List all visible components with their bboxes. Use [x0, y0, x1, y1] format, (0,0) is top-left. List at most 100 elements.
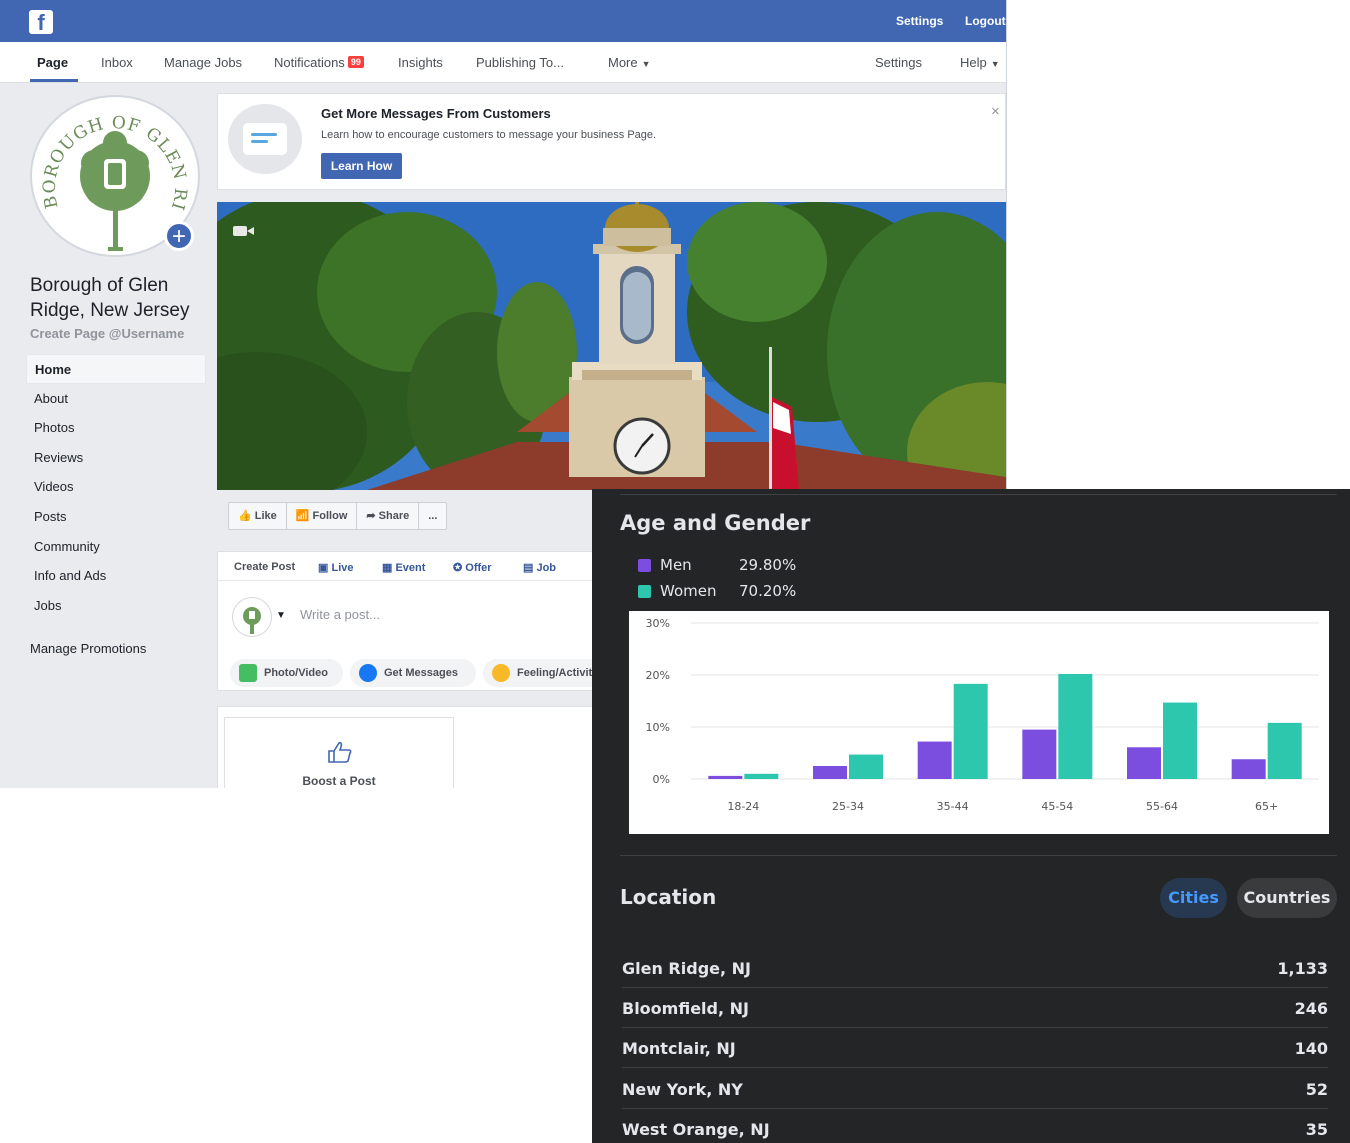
- facebook-logo-icon[interactable]: f: [29, 10, 53, 35]
- like-button[interactable]: 👍 Like: [229, 503, 287, 529]
- women-color-swatch: [638, 584, 651, 598]
- job-label: Job: [536, 562, 557, 574]
- caret-down-icon: ▼: [641, 59, 651, 69]
- get-messages-button[interactable]: Get Messages: [350, 659, 476, 687]
- panel-top-divider: [620, 494, 1337, 495]
- age-gender-chart-container: 30% 20% 10% 0% 18-24 25-34 35-44 45-54 55-64 65+: [629, 611, 1329, 834]
- x-tick-label: 35-44: [937, 800, 969, 813]
- job-tab[interactable]: ▤ Job: [523, 561, 556, 574]
- tab-insights[interactable]: Insights: [398, 55, 443, 70]
- location-row: Montclair, NJ 140: [622, 1028, 1328, 1068]
- bar-men-65+[interactable]: [1231, 759, 1266, 779]
- bar-women-18-24[interactable]: [744, 773, 779, 779]
- x-tick-label: 55-64: [1146, 800, 1178, 813]
- tab-page[interactable]: Page: [37, 55, 68, 70]
- create-post-tab[interactable]: Create Post: [234, 561, 295, 573]
- tab-more[interactable]: More ▼: [608, 55, 651, 70]
- tab-inbox[interactable]: Inbox: [101, 55, 133, 70]
- location-row: Bloomfield, NJ 246: [622, 988, 1328, 1028]
- page-name-title: Borough of Glen Ridge, New Jersey: [30, 275, 190, 321]
- manage-promotions-link[interactable]: Manage Promotions: [30, 641, 146, 656]
- live-tab[interactable]: ▣ Live: [318, 561, 353, 574]
- create-username-link[interactable]: Create Page @Username: [30, 326, 184, 341]
- sidebar-item-home[interactable]: Home: [26, 354, 206, 384]
- event-label: Event: [395, 562, 426, 574]
- section-divider: [620, 855, 1337, 856]
- countries-tab[interactable]: Countries: [1237, 878, 1337, 918]
- boost-post-card[interactable]: Boost a Post: [224, 717, 454, 788]
- offer-tab[interactable]: ✪ Offer: [453, 561, 492, 574]
- location-title: Location: [620, 885, 717, 909]
- caret-down-icon: ▼: [990, 59, 1000, 69]
- location-row: Glen Ridge, NJ 1,133: [622, 948, 1328, 988]
- feeling-activity-label: Feeling/Activit: [517, 667, 593, 679]
- sidebar-item-reviews[interactable]: Reviews: [26, 443, 206, 473]
- age-gender-title: Age and Gender: [620, 511, 811, 535]
- bar-women-65+[interactable]: [1267, 722, 1302, 779]
- photo-video-label: Photo/Video: [264, 667, 328, 679]
- location-row: New York, NY 52: [622, 1069, 1328, 1109]
- caret-down-icon[interactable]: ▼: [276, 610, 286, 621]
- like-label: Like: [254, 510, 277, 522]
- sidebar-item-posts[interactable]: Posts: [26, 502, 206, 532]
- bar-women-25-34[interactable]: [849, 754, 883, 779]
- message-line: [251, 133, 277, 136]
- bar-women-45-54[interactable]: [1058, 673, 1093, 779]
- top-settings-link[interactable]: Settings: [896, 14, 943, 28]
- sidebar-item-videos[interactable]: Videos: [26, 472, 206, 502]
- follow-button[interactable]: 📶 Follow: [287, 503, 358, 529]
- rss-icon: 📶: [295, 510, 310, 522]
- photo-video-button[interactable]: Photo/Video: [230, 659, 343, 687]
- cover-photo[interactable]: [217, 202, 1006, 490]
- location-count: 140: [1294, 1039, 1328, 1058]
- x-tick-label: 45-54: [1041, 800, 1073, 813]
- sidebar-item-jobs[interactable]: Jobs: [26, 591, 206, 621]
- location-city: Bloomfield, NJ: [622, 999, 749, 1018]
- legend-women: Women 70.20%: [638, 582, 796, 600]
- tab-publishing-tools[interactable]: Publishing To...: [476, 55, 564, 70]
- small-seal-logo: [243, 607, 261, 634]
- share-label: Share: [378, 510, 410, 522]
- add-photo-plus-icon[interactable]: +: [164, 221, 194, 251]
- more-options-button[interactable]: ...: [419, 503, 446, 529]
- sidebar-item-info-and-ads[interactable]: Info and Ads: [26, 561, 206, 591]
- bar-women-55-64[interactable]: [1163, 702, 1197, 779]
- event-tab[interactable]: ▦ Event: [382, 561, 425, 574]
- x-tick-label: 65+: [1255, 800, 1278, 813]
- share-arrow-icon: ➦: [366, 510, 376, 522]
- bar-men-18-24[interactable]: [708, 775, 743, 779]
- tab-help[interactable]: Help ▼: [960, 55, 1000, 70]
- sidebar-item-about[interactable]: About: [26, 384, 206, 414]
- bar-men-45-54[interactable]: [1022, 729, 1057, 779]
- tab-manage-jobs[interactable]: Manage Jobs: [164, 55, 242, 70]
- bar-men-35-44[interactable]: [917, 741, 952, 779]
- y-tick-label: 20%: [646, 669, 670, 682]
- y-tick-label: 0%: [653, 773, 670, 786]
- banner-title: Get More Messages From Customers: [321, 106, 551, 121]
- offer-label: Offer: [465, 562, 492, 574]
- poster-avatar[interactable]: [232, 597, 272, 637]
- legend-women-value: 70.20%: [739, 582, 797, 600]
- learn-how-button[interactable]: Learn How: [321, 153, 402, 179]
- bar-women-35-44[interactable]: [953, 683, 988, 779]
- bar-men-25-34[interactable]: [813, 766, 847, 779]
- sidebar-item-community[interactable]: Community: [26, 532, 206, 562]
- message-line: [251, 140, 268, 143]
- legend-men-label: Men: [660, 556, 692, 574]
- cities-tab[interactable]: Cities: [1160, 878, 1227, 918]
- close-icon[interactable]: ×: [991, 103, 1000, 120]
- share-button[interactable]: ➦ Share: [357, 503, 420, 529]
- offer-badge-icon: ✪: [453, 562, 463, 574]
- sidebar-item-photos[interactable]: Photos: [26, 413, 206, 443]
- smiley-icon: [492, 664, 510, 682]
- page-tab-bar: Page Inbox Manage Jobs Notifications 99 I…: [0, 42, 1006, 83]
- location-count: 246: [1294, 999, 1328, 1018]
- age-gender-bar-chart: 30% 20% 10% 0% 18-24 25-34 35-44 45-54 55-64 65+: [646, 617, 1319, 813]
- get-messages-label: Get Messages: [384, 667, 458, 679]
- tab-settings[interactable]: Settings: [875, 55, 922, 70]
- tab-notifications[interactable]: Notifications 99: [274, 55, 364, 70]
- bar-men-55-64[interactable]: [1127, 747, 1161, 779]
- thumbs-up-icon: 👍: [238, 510, 252, 522]
- write-post-input[interactable]: Write a post...: [300, 607, 380, 622]
- logout-link[interactable]: Logout: [965, 14, 1006, 28]
